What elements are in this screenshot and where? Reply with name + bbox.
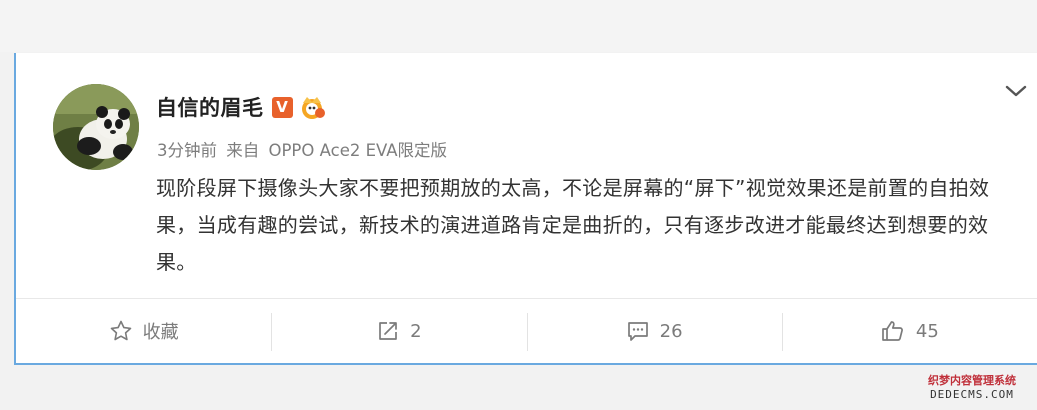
favorite-button[interactable]: 收藏 xyxy=(16,299,271,363)
verified-v-icon: V xyxy=(271,96,293,118)
like-count: 45 xyxy=(915,320,939,342)
comment-button[interactable]: 26 xyxy=(526,299,782,363)
watermark-line2: DEDECMS.COM xyxy=(930,388,1014,401)
watermark-line1: 织梦内容管理系统 xyxy=(928,374,1016,387)
author-row: 自信的眉毛 V xyxy=(156,92,327,122)
source-prefix: 来自 xyxy=(226,141,260,160)
panda-avatar-image xyxy=(53,84,139,170)
post-text: 现阶段屏下摄像头大家不要把预期放的太高，不论是屏幕的“屏下”视觉效果还是前置的自… xyxy=(156,176,990,274)
page-background-top xyxy=(0,0,1037,52)
source-device[interactable]: OPPO Ace2 EVA限定版 xyxy=(269,141,448,160)
like-button[interactable]: 45 xyxy=(781,299,1037,363)
favorite-label: 收藏 xyxy=(142,322,179,343)
weibo-post-card: 自信的眉毛 V 3分钟前 来自 OPPO Ace2 EVA限定版 现阶段屏下摄像… xyxy=(14,53,1037,365)
repost-icon xyxy=(379,322,397,340)
post-time[interactable]: 3分钟前 xyxy=(157,141,217,160)
comment-icon xyxy=(627,322,648,341)
site-watermark: 织梦内容管理系统 DEDECMS.COM xyxy=(913,374,1031,402)
repost-button[interactable]: 2 xyxy=(271,299,526,363)
star-icon xyxy=(110,320,131,341)
crown-member-icon xyxy=(301,97,325,119)
avatar[interactable] xyxy=(53,84,139,170)
chevron-down-icon[interactable] xyxy=(1004,83,1028,99)
repost-count: 2 xyxy=(410,320,422,342)
comment-count: 26 xyxy=(659,320,683,342)
action-bar: 收藏 2 26 45 xyxy=(16,299,1037,363)
username[interactable]: 自信的眉毛 xyxy=(156,92,264,122)
post-meta: 3分钟前 来自 OPPO Ace2 EVA限定版 xyxy=(157,137,451,161)
thumbs-up-icon xyxy=(882,321,903,341)
